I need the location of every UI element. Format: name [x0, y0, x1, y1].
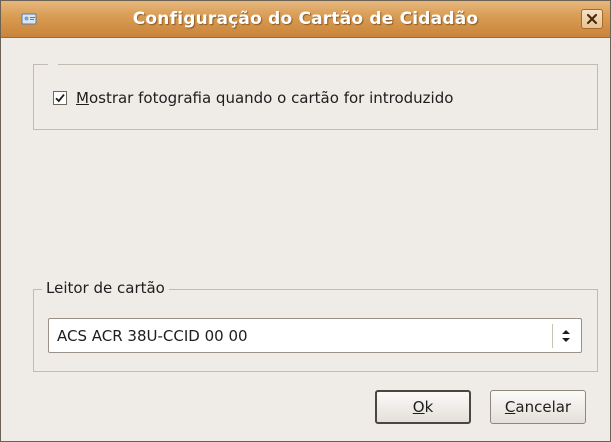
- show-photo-label[interactable]: Mostrar fotografia quando o cartão for i…: [76, 89, 453, 107]
- show-photo-checkbox[interactable]: [53, 91, 67, 105]
- cancel-label: ancelar: [515, 398, 572, 416]
- cancel-mnemonic: C: [504, 398, 516, 416]
- ok-mnemonic: O: [412, 398, 425, 416]
- combo-separator: [552, 324, 553, 348]
- cancel-button[interactable]: Cancelar: [490, 390, 586, 424]
- up-down-arrows-icon: [559, 327, 573, 349]
- close-icon: [582, 13, 602, 32]
- card-reader-selected-value: ACS ACR 38U-CCID 00 00: [57, 327, 248, 345]
- dialog-window: Configuração do Cartão de Cidadão Mostra…: [0, 0, 611, 442]
- window-title: Configuração do Cartão de Cidadão: [132, 9, 479, 29]
- show-photo-label-text: ostrar fotografia quando o cartão for in…: [88, 89, 454, 107]
- ok-button[interactable]: Ok: [375, 390, 471, 424]
- ok-label: k: [424, 398, 434, 416]
- card-reader-group-label: Leitor de cartão: [42, 279, 169, 297]
- checkmark-icon: [55, 94, 65, 103]
- show-photo-mnemonic: M: [76, 89, 89, 107]
- title-bar[interactable]: Configuração do Cartão de Cidadão: [1, 1, 610, 38]
- show-photo-option[interactable]: Mostrar fotografia quando o cartão for i…: [53, 87, 453, 109]
- close-button[interactable]: [581, 9, 603, 29]
- card-reader-select[interactable]: ACS ACR 38U-CCID 00 00: [48, 318, 582, 353]
